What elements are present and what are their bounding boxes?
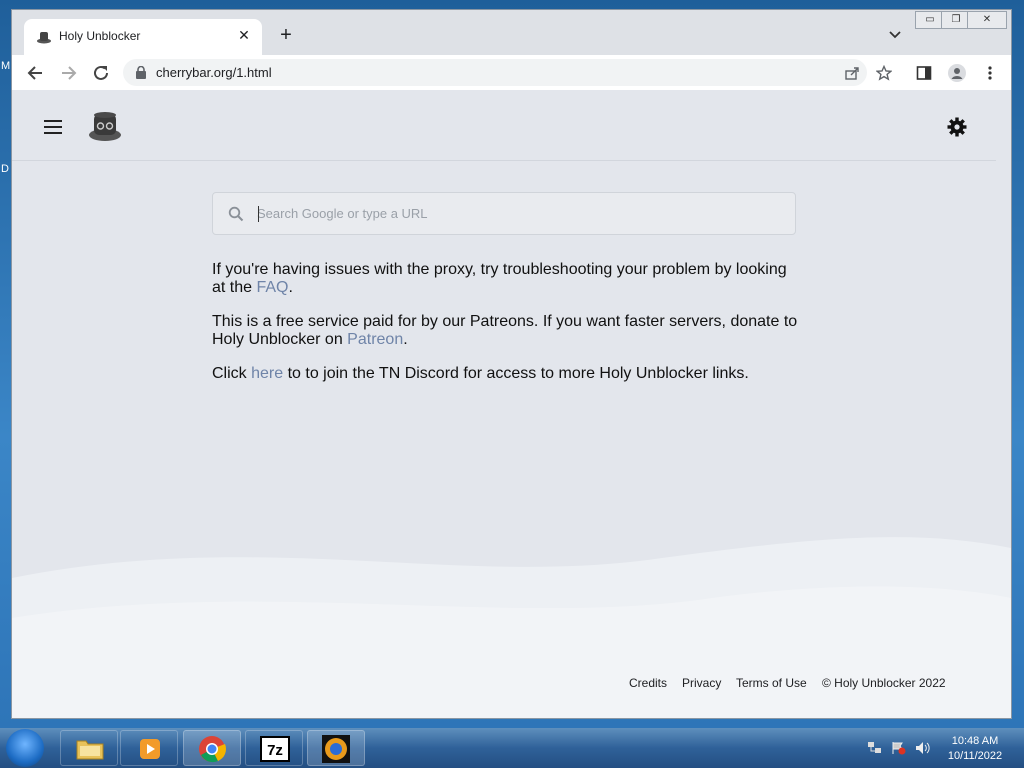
share-icon[interactable]: [844, 65, 860, 81]
bookmark-star-icon[interactable]: [876, 65, 892, 81]
chrome-icon: [199, 736, 226, 763]
start-button[interactable]: [6, 729, 44, 767]
hamburger-menu-icon[interactable]: [44, 120, 62, 134]
tab-close-icon[interactable]: ✕: [236, 27, 252, 43]
faq-end: .: [288, 279, 293, 296]
network-icon[interactable]: [867, 741, 882, 755]
search-box[interactable]: [212, 192, 796, 235]
site-header: [12, 90, 996, 161]
footer-privacy-link[interactable]: Privacy: [682, 676, 721, 690]
discord-text-before: Click: [212, 365, 252, 382]
tab-holy-unblocker[interactable]: Holy Unblocker ✕: [24, 19, 262, 55]
search-icon: [228, 206, 244, 222]
clock-date: 10/11/2022: [947, 750, 1003, 762]
action-center-flag-icon[interactable]: [891, 741, 906, 755]
faq-text: If you're having issues with the proxy, …: [212, 261, 787, 296]
volume-icon[interactable]: [915, 741, 930, 755]
svg-text:7z: 7z: [267, 742, 283, 759]
menu-dots-icon[interactable]: [982, 65, 998, 81]
hat-icon: [37, 32, 51, 44]
address-bar[interactable]: cherrybar.org/1.html: [123, 59, 867, 86]
patreon-end: .: [403, 331, 408, 348]
clock-time: 10:48 AM: [951, 735, 999, 747]
page-content: If you're having issues with the proxy, …: [12, 90, 1011, 718]
text-caret: [258, 206, 259, 222]
patreon-link[interactable]: Patreon: [347, 331, 403, 348]
reload-icon[interactable]: [91, 63, 111, 83]
url-text[interactable]: cherrybar.org/1.html: [156, 65, 272, 80]
discord-text-after: to to join the TN Discord for access to …: [283, 365, 749, 382]
patreon-text: This is a free service paid for by our P…: [212, 313, 798, 348]
orb-app-icon: [322, 735, 350, 763]
side-panel-icon[interactable]: [916, 65, 932, 81]
7zip-taskbar-button[interactable]: 7z: [245, 730, 303, 766]
footer-terms-link[interactable]: Terms of Use: [736, 676, 807, 690]
media-player-taskbar-button[interactable]: [120, 730, 178, 766]
holy-unblocker-logo[interactable]: [88, 109, 122, 143]
forward-icon[interactable]: [58, 63, 78, 83]
lock-icon[interactable]: [135, 66, 147, 79]
tab-strip: Holy Unblocker ✕ + ▭ ❐ ✕: [12, 10, 1011, 55]
media-player-icon: [140, 739, 160, 759]
new-tab-button[interactable]: +: [276, 25, 296, 45]
footer-credits-link[interactable]: Credits: [629, 676, 667, 690]
browser-toolbar: cherrybar.org/1.html: [12, 55, 1011, 90]
faq-paragraph: If you're having issues with the proxy, …: [212, 261, 802, 297]
folder-icon: [76, 740, 104, 760]
taskbar: 7z 10:48 AM 10/11/2022: [0, 728, 1024, 768]
tab-title: Holy Unblocker: [59, 29, 141, 43]
footer-copyright: © Holy Unblocker 2022: [822, 676, 946, 690]
patreon-paragraph: This is a free service paid for by our P…: [212, 313, 802, 349]
gear-icon[interactable]: [947, 117, 967, 137]
desktop-icon-label: D: [1, 163, 9, 175]
search-input[interactable]: [257, 201, 777, 225]
chevron-down-icon[interactable]: [888, 28, 902, 42]
explorer-taskbar-button[interactable]: [60, 730, 118, 766]
discord-link[interactable]: here: [251, 365, 283, 382]
system-clock[interactable]: 10:48 AM 10/11/2022: [940, 734, 1010, 764]
back-icon[interactable]: [26, 63, 46, 83]
browser-window: Holy Unblocker ✕ + ▭ ❐ ✕ cherrybar.org/1…: [11, 9, 1012, 719]
7zip-icon: 7z: [260, 736, 290, 762]
chrome-taskbar-button[interactable]: [183, 730, 241, 766]
faq-link[interactable]: FAQ: [256, 279, 288, 296]
profile-avatar-icon[interactable]: [948, 64, 966, 82]
discord-paragraph: Click here to to join the TN Discord for…: [212, 365, 802, 383]
close-window-button[interactable]: ✕: [967, 11, 1007, 29]
desktop-icon-label: M: [1, 60, 11, 72]
app-taskbar-button[interactable]: [307, 730, 365, 766]
